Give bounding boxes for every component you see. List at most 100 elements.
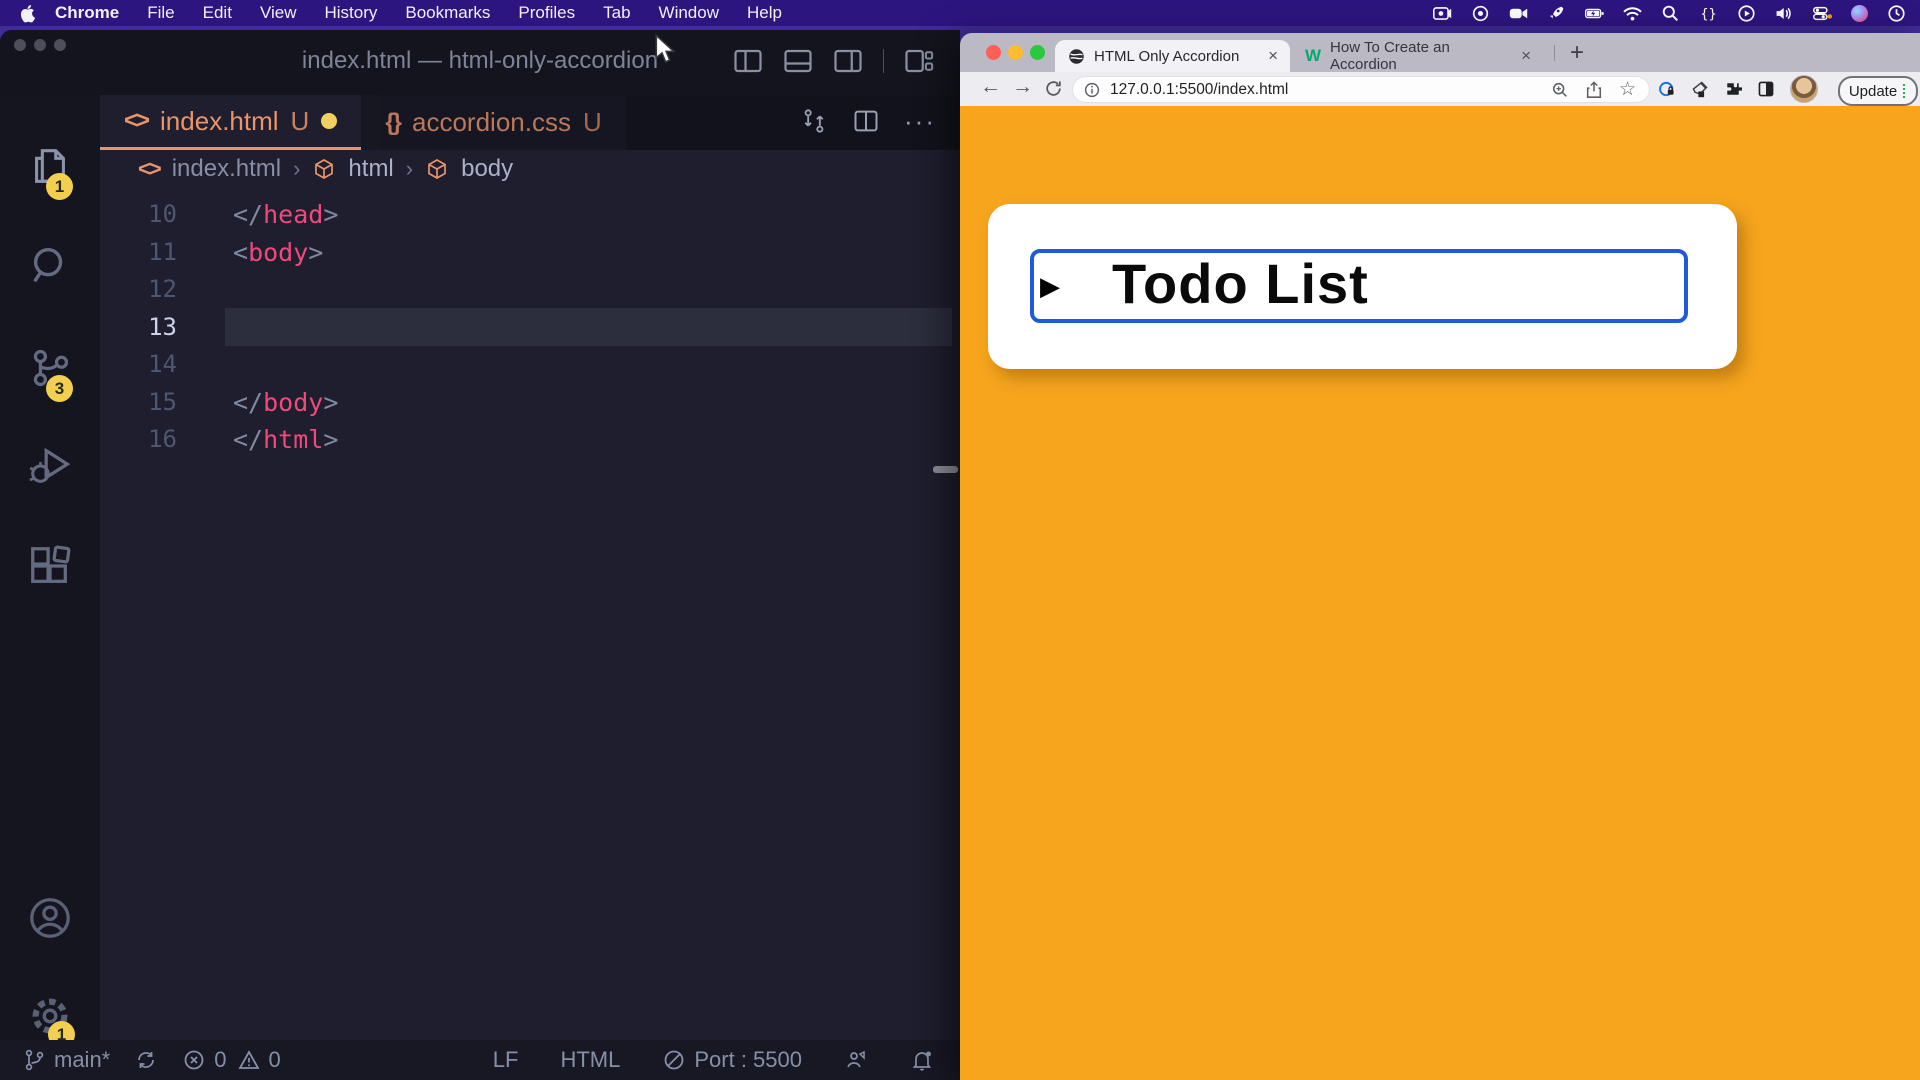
tab-label: index.html [160,106,279,137]
play-circle-icon[interactable] [1737,5,1756,22]
privacy-badge-icon[interactable] [1658,80,1676,98]
warnings-status[interactable]: 0 [237,1047,281,1073]
sync-icon[interactable] [134,1048,158,1072]
chrome-tabstrip: HTML Only Accordion × W How To Create an… [960,33,1920,72]
tab-index-html[interactable]: <> index.html U [100,95,361,150]
braces-app-icon[interactable]: {} [1699,5,1718,22]
menu-view[interactable]: View [260,3,297,23]
toggle-panel-icon[interactable] [783,46,813,76]
record-target-icon[interactable] [1471,5,1490,22]
chrome-minimize-button[interactable] [1008,45,1023,60]
new-tab-button[interactable]: + [1570,39,1584,67]
extensions-puzzle-icon[interactable] [1724,80,1742,98]
vscode-window: index.html — html-only-accordion 1 3 1 [0,30,960,1080]
menu-tab[interactable]: Tab [603,3,630,23]
split-editor-icon[interactable] [852,107,880,135]
update-menu-dots-icon [1903,84,1907,98]
line-number: 12 [115,275,177,303]
siri-icon[interactable] [1851,5,1868,22]
update-chrome-button[interactable]: Update [1838,76,1918,106]
git-branch-status[interactable]: main* [22,1047,110,1073]
symbol-cube-icon [425,157,449,181]
feedback-person-icon[interactable] [844,1048,868,1072]
account-icon[interactable] [27,895,73,941]
git-branch-icon [22,1048,46,1072]
chrome-window: HTML Only Accordion × W How To Create an… [960,33,1920,1080]
compare-changes-icon[interactable] [800,107,828,135]
eyedropper-extension-icon[interactable] [1691,80,1709,98]
code-line-current[interactable]: 13 [0,308,960,346]
zoom-icon[interactable] [1551,81,1569,99]
todo-accordion-summary[interactable]: ▶ Todo List [1030,249,1688,323]
dark-mode-extension-icon[interactable] [1757,80,1775,98]
tab-close-icon[interactable]: × [1256,46,1290,66]
menu-bookmarks[interactable]: Bookmarks [405,3,490,23]
breadcrumb-file[interactable]: index.html [172,155,281,183]
apple-icon[interactable] [20,3,37,23]
menu-window[interactable]: Window [659,3,719,23]
wifi-icon[interactable] [1623,5,1642,22]
address-bar[interactable]: 127.0.0.1:5500/index.html ☆ [1072,76,1650,103]
chrome-zoom-button[interactable] [1030,45,1045,60]
code-line[interactable]: 15 </body> [0,383,960,421]
menu-profiles[interactable]: Profiles [518,3,575,23]
chrome-tab-inactive[interactable]: W How To Create an Accordion × [1295,40,1543,72]
extensions-icon[interactable] [27,543,73,589]
clock-icon[interactable] [1887,5,1906,22]
site-info-icon[interactable] [1084,82,1100,98]
w3schools-favicon: W [1305,46,1321,66]
chrome-close-button[interactable] [986,45,1001,60]
toggle-sidebar-right-icon[interactable] [833,46,863,76]
reload-icon[interactable] [1044,79,1063,98]
rocket-icon[interactable] [1547,5,1566,22]
back-icon[interactable]: ← [980,75,1001,99]
menu-help[interactable]: Help [747,3,782,23]
split-editor-left-icon[interactable] [733,46,763,76]
line-number: 14 [115,350,177,378]
eol-status[interactable]: LF [493,1047,519,1073]
code-line[interactable]: 12 [0,270,960,308]
menu-chrome[interactable]: Chrome [55,3,119,23]
profile-avatar[interactable] [1790,75,1818,103]
breadcrumb-body[interactable]: body [461,155,513,183]
notifications-bell-icon[interactable] [910,1048,934,1072]
control-center-icon[interactable] [1813,5,1832,22]
vscode-statusbar: main* 0 0 LF HTML Port : 5500 [0,1040,960,1080]
bookmark-star-icon[interactable]: ☆ [1619,80,1636,99]
errors-status[interactable]: 0 [182,1047,226,1073]
chrome-tab-active[interactable]: HTML Only Accordion × [1055,40,1290,72]
language-status[interactable]: HTML [560,1047,620,1073]
menu-file[interactable]: File [147,3,174,23]
svg-text:{}: {} [1700,5,1716,21]
error-icon [182,1048,206,1072]
code-line[interactable]: 16 </html> [0,420,960,458]
share-icon[interactable] [1585,81,1603,99]
url-text[interactable]: 127.0.0.1:5500/index.html [1110,81,1288,99]
volume-icon[interactable] [1775,5,1794,22]
breadcrumb-html[interactable]: html [348,155,393,183]
more-actions-icon[interactable]: ··· [904,116,936,126]
spotlight-search-icon[interactable] [1661,5,1680,22]
editor-scrollbar-handle[interactable] [933,466,958,473]
code-line[interactable]: 10 </head> [0,195,960,233]
live-server-port-status[interactable]: Port : 5500 [662,1047,802,1073]
vscode-titlebar: index.html — html-only-accordion [0,30,960,95]
tab-title: How To Create an Accordion [1330,39,1509,73]
screen-record-icon[interactable] [1433,5,1452,22]
menu-edit[interactable]: Edit [203,3,232,23]
tab-close-icon[interactable]: × [1509,46,1543,66]
mouse-cursor [652,34,678,64]
tab-accordion-css[interactable]: {} accordion.css U [361,95,625,150]
details-marker-icon[interactable]: ▶ [1040,271,1060,302]
code-line[interactable]: 11 <body> [0,233,960,271]
unsaved-dot-icon[interactable] [321,113,337,129]
customize-layout-icon[interactable] [904,46,934,76]
tab-divider [1554,45,1555,61]
menu-history[interactable]: History [324,3,377,23]
forward-icon[interactable]: → [1012,75,1033,99]
battery-icon[interactable] [1585,5,1604,22]
video-camera-icon[interactable] [1509,5,1528,22]
line-number: 10 [115,200,177,228]
css-file-icon: {} [385,109,400,137]
code-line[interactable]: 14 [0,345,960,383]
